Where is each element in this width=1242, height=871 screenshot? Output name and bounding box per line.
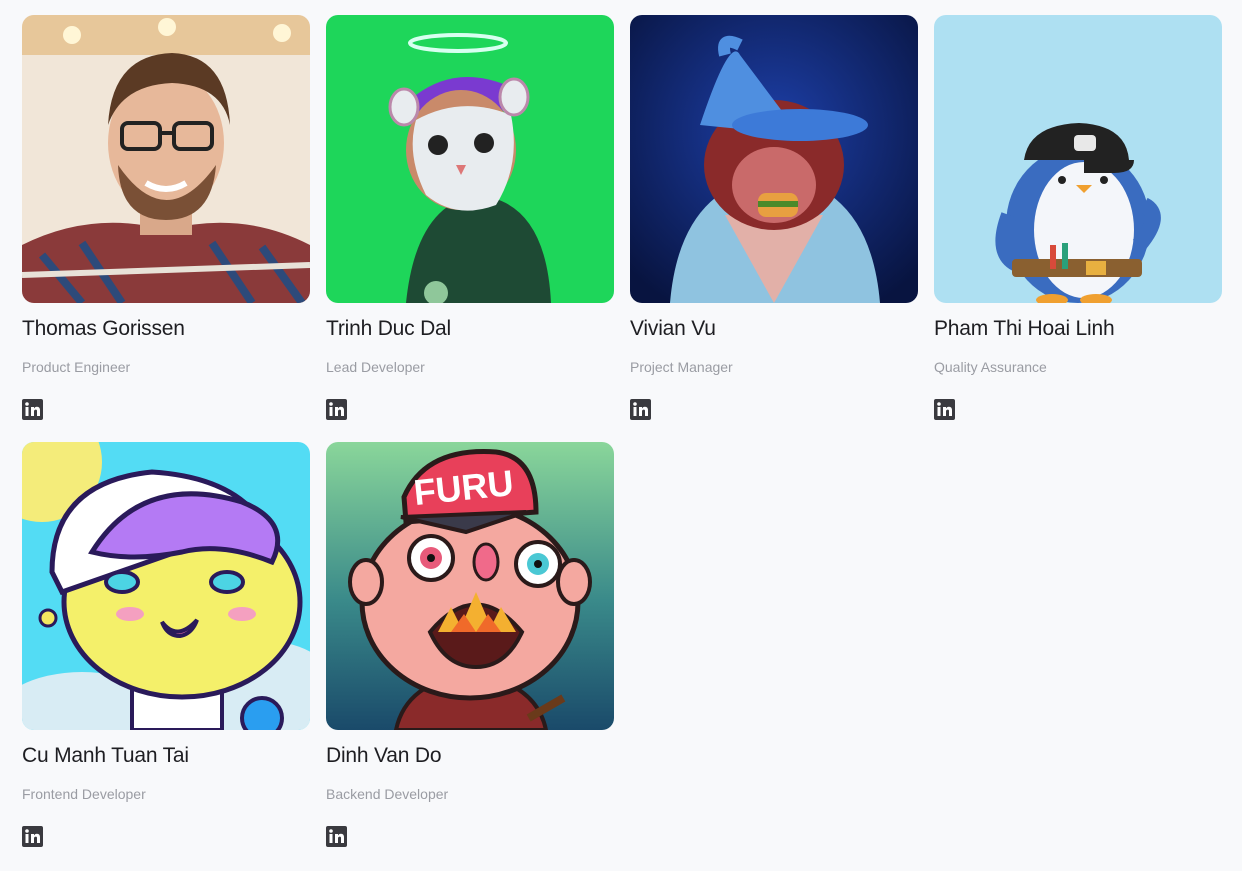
team-member-card: Thomas Gorissen Product Engineer — [22, 15, 310, 428]
member-name: Vivian Vu — [630, 317, 716, 340]
linkedin-icon[interactable] — [22, 826, 43, 847]
member-name: Pham Thi Hoai Linh — [934, 317, 1115, 340]
person-photo-icon — [22, 15, 310, 303]
team-member-card: Pham Thi Hoai Linh Quality Assurance — [934, 15, 1222, 428]
linkedin-icon[interactable] — [326, 399, 347, 420]
team-member-card: Vivian Vu Project Manager — [630, 15, 918, 428]
linkedin-icon[interactable] — [22, 399, 43, 420]
member-role: Frontend Developer — [22, 786, 146, 802]
linkedin-icon[interactable] — [630, 399, 651, 420]
member-role: Quality Assurance — [934, 359, 1047, 375]
member-name: Thomas Gorissen — [22, 317, 185, 340]
team-member-card: Trinh Duc Dal Lead Developer — [326, 15, 614, 428]
furu-character-nft-icon: FURU — [326, 442, 614, 730]
wizard-ape-nft-icon — [630, 15, 918, 303]
masked-rat-nft-icon — [326, 15, 614, 303]
penguin-nft-icon — [934, 15, 1222, 303]
member-name: Cu Manh Tuan Tai — [22, 744, 189, 767]
team-member-card: FURU Dinh Van Do Backend Developer — [326, 442, 614, 855]
linkedin-icon[interactable] — [326, 826, 347, 847]
team-grid: Thomas Gorissen Product Engineer Trinh D… — [22, 15, 1222, 855]
member-name: Trinh Duc Dal — [326, 317, 451, 340]
member-role: Product Engineer — [22, 359, 131, 375]
member-role: Project Manager — [630, 359, 733, 375]
member-role: Backend Developer — [326, 786, 449, 802]
member-name: Dinh Van Do — [326, 744, 442, 767]
cartoon-kid-nft-icon — [22, 442, 310, 730]
team-member-card: Cu Manh Tuan Tai Frontend Developer — [22, 442, 310, 855]
linkedin-icon[interactable] — [934, 399, 955, 420]
member-role: Lead Developer — [326, 359, 425, 375]
